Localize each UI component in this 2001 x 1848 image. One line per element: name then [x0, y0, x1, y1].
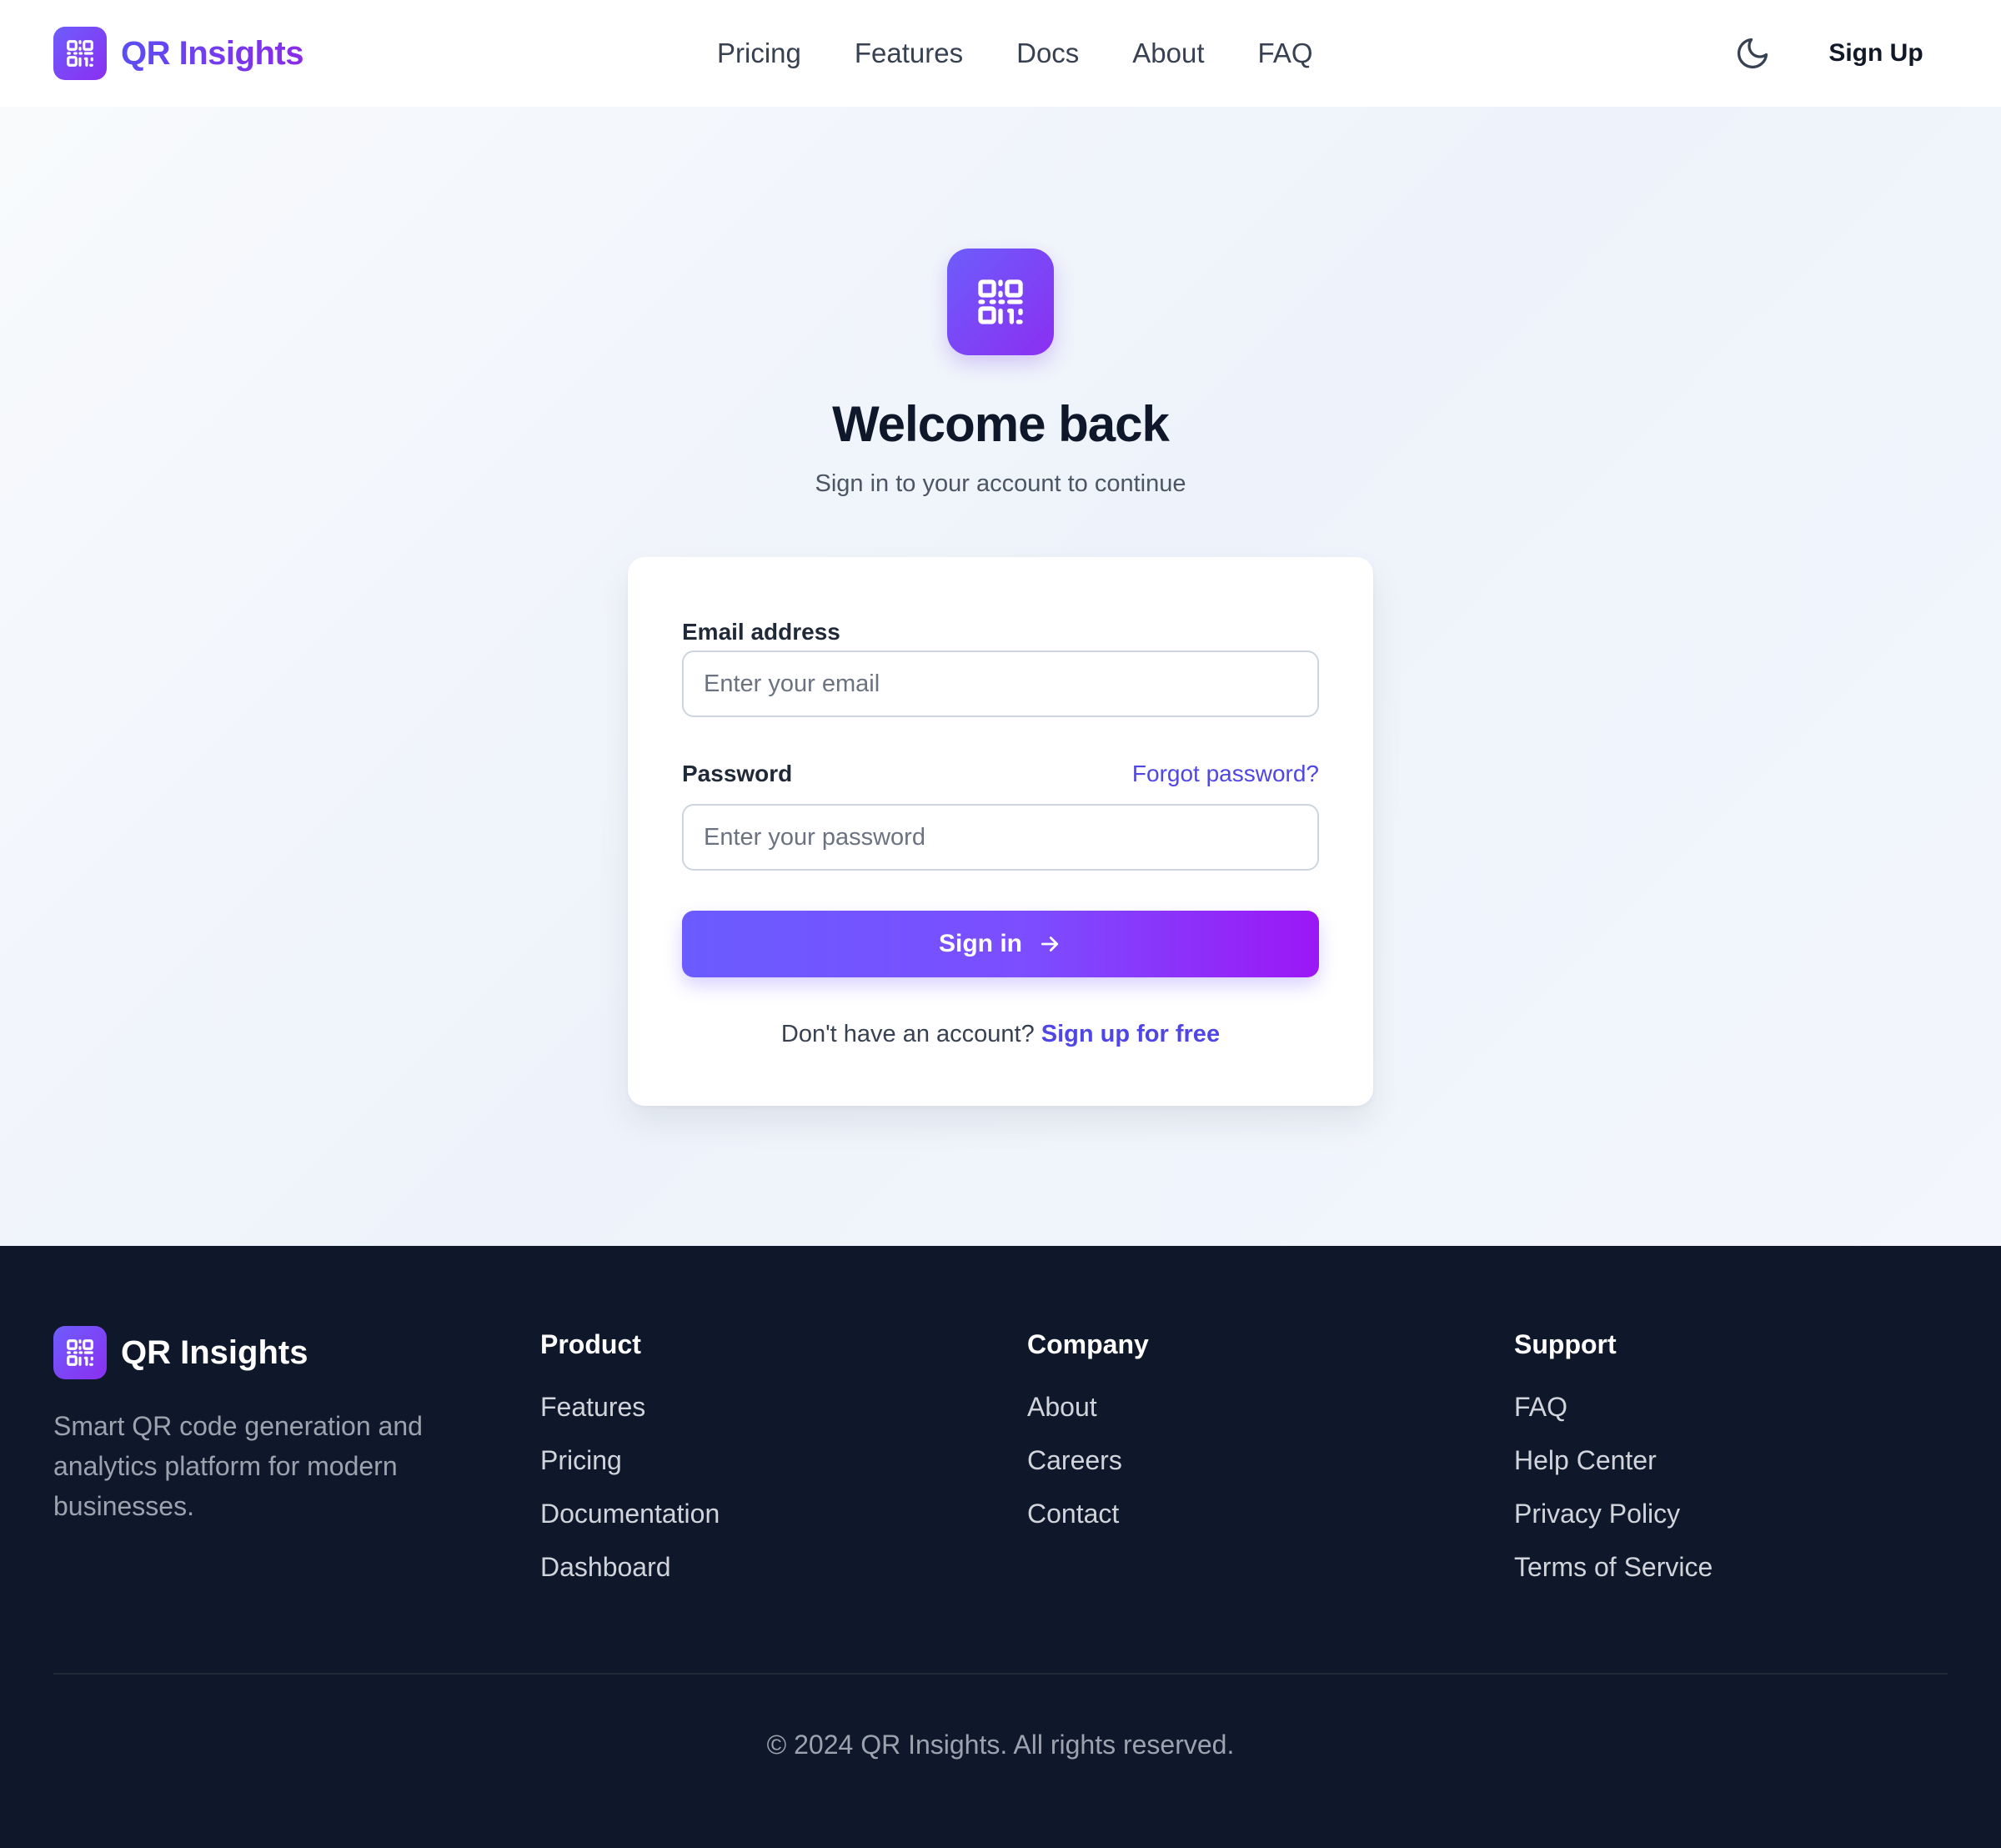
footer-brand[interactable]: QR Insights	[53, 1326, 308, 1379]
login-form: Email address Password Forgot password? …	[628, 557, 1373, 1106]
brand-home-link[interactable]: QR Insights	[53, 27, 303, 80]
sign-up-button[interactable]: Sign Up	[1809, 33, 1943, 73]
footer-link-careers[interactable]: Careers	[1027, 1444, 1149, 1477]
footer-divider	[53, 1673, 1948, 1675]
footer-link-pricing[interactable]: Pricing	[540, 1444, 720, 1477]
no-account-text: Don't have an account?	[780, 1021, 1035, 1047]
qr-code-icon	[53, 1326, 107, 1379]
qr-code-icon	[947, 249, 1054, 355]
footer-link-contact[interactable]: Contact	[1027, 1497, 1149, 1530]
sign-up-free-link[interactable]: Sign up for free	[1041, 1021, 1220, 1047]
main-content: Welcome back Sign in to your account to …	[0, 107, 2001, 1246]
page-subtitle: Sign in to your account to continue	[815, 470, 1186, 497]
signup-prompt: Don't have an account? Sign up for free	[628, 1021, 1373, 1048]
footer-link-faq[interactable]: FAQ	[1514, 1390, 1713, 1424]
brand-name: QR Insights	[121, 34, 303, 72]
footer-link-documentation[interactable]: Documentation	[540, 1497, 720, 1530]
sign-in-label: Sign in	[939, 930, 1022, 957]
nav-faq[interactable]: FAQ	[1258, 33, 1313, 73]
copyright-text: © 2024 QR Insights. All rights reserved.	[766, 1730, 1235, 1760]
footer-link-privacy-policy[interactable]: Privacy Policy	[1514, 1497, 1713, 1530]
forgot-password-link[interactable]: Forgot password?	[1132, 761, 1319, 787]
footer-column-title: Company	[1027, 1329, 1149, 1359]
main-nav: Pricing Features Docs About FAQ	[717, 33, 1367, 73]
footer-link-dashboard[interactable]: Dashboard	[540, 1550, 720, 1584]
nav-features[interactable]: Features	[855, 33, 963, 73]
theme-toggle-button[interactable]	[1734, 35, 1771, 72]
footer-column-support: Support FAQ Help Center Privacy Policy T…	[1514, 1329, 1713, 1604]
footer-link-terms-of-service[interactable]: Terms of Service	[1514, 1550, 1713, 1584]
footer-link-about[interactable]: About	[1027, 1390, 1149, 1424]
page-title: Welcome back	[832, 396, 1170, 452]
arrow-right-icon	[1037, 932, 1062, 957]
site-footer: QR Insights Smart QR code generation and…	[0, 1246, 2001, 1848]
footer-column-title: Product	[540, 1329, 641, 1359]
footer-brand-name: QR Insights	[121, 1333, 308, 1371]
footer-link-features[interactable]: Features	[540, 1390, 720, 1424]
footer-link-help-center[interactable]: Help Center	[1514, 1444, 1713, 1477]
nav-docs[interactable]: Docs	[1016, 33, 1079, 73]
nav-pricing[interactable]: Pricing	[717, 33, 801, 73]
qr-code-icon	[53, 27, 107, 80]
footer-column-product: Product Features Pricing Documentation D…	[540, 1329, 720, 1604]
password-label: Password	[682, 761, 793, 786]
email-label: Email address	[682, 619, 840, 645]
password-input[interactable]	[682, 804, 1319, 871]
nav-about[interactable]: About	[1132, 33, 1204, 73]
footer-column-title: Support	[1514, 1329, 1617, 1359]
footer-column-company: Company About Careers Contact	[1027, 1329, 1149, 1550]
top-header: QR Insights Pricing Features Docs About …	[0, 0, 2001, 107]
email-input[interactable]	[682, 650, 1319, 717]
footer-tagline: Smart QR code generation and analytics p…	[53, 1411, 423, 1521]
moon-icon	[1737, 38, 1768, 69]
sign-in-button[interactable]: Sign in	[682, 911, 1319, 977]
